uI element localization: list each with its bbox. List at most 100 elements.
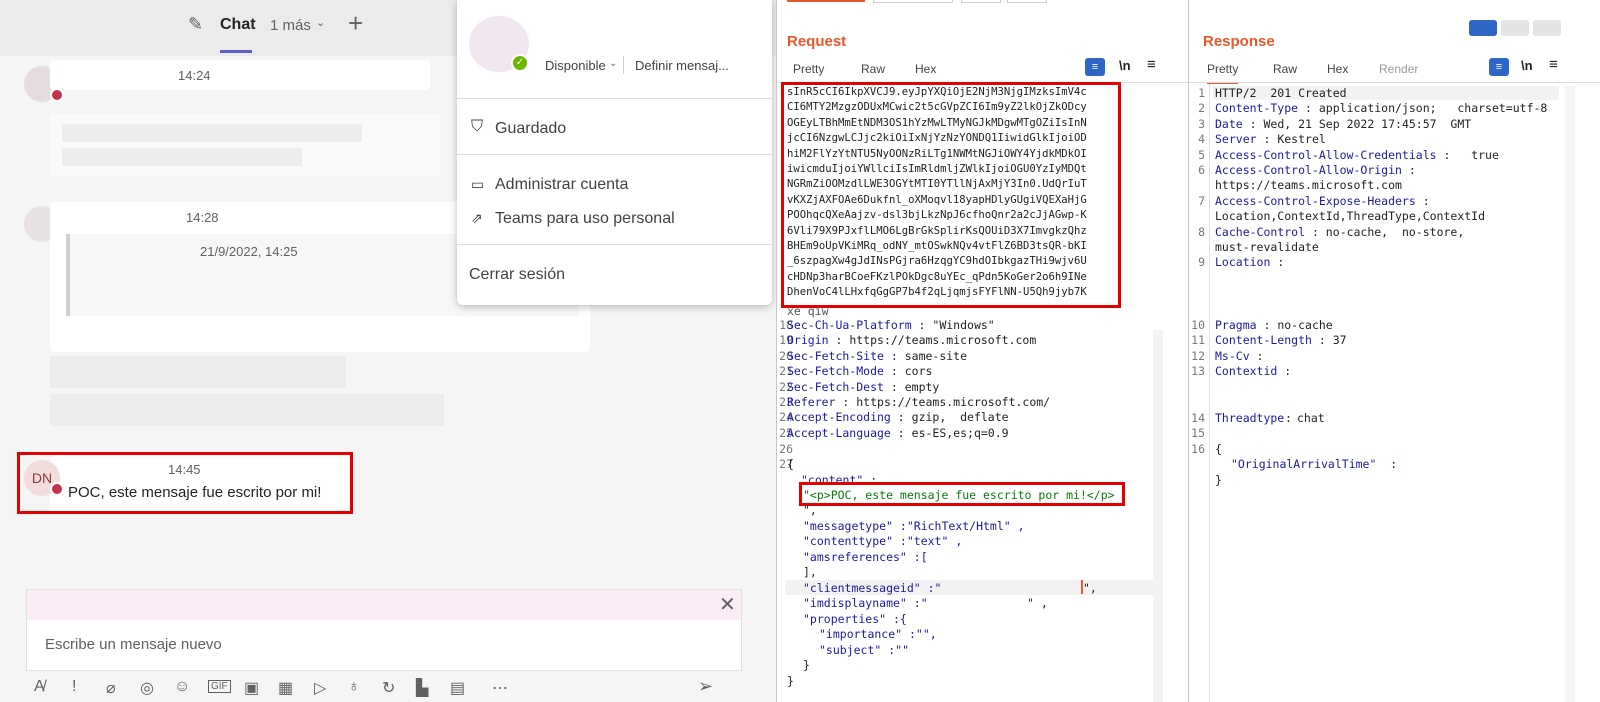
layout-split-icon[interactable] xyxy=(1469,20,1497,36)
set-status-message[interactable]: Definir mensaj... xyxy=(635,58,729,73)
menu-item-sign-out[interactable]: Cerrar sesión xyxy=(469,266,565,284)
newline-toggle[interactable]: \n xyxy=(1119,58,1131,73)
tab-render[interactable]: Render xyxy=(1379,62,1418,76)
menu-icon[interactable]: ≡ xyxy=(1549,56,1558,73)
bookmark-icon: ⛉ xyxy=(471,118,484,135)
available-status-icon: ✓ xyxy=(511,54,529,72)
status-dropdown[interactable]: Disponible xyxy=(545,58,606,73)
menu-item-saved[interactable]: Guardado xyxy=(495,120,566,138)
attach-icon[interactable]: ⌀ xyxy=(106,678,116,698)
json-brace: { xyxy=(787,457,794,471)
newline-toggle[interactable]: \n xyxy=(1521,58,1533,73)
highlight-box xyxy=(799,482,1125,506)
more-options-icon[interactable]: ⋯ xyxy=(492,678,508,698)
header-sep: : xyxy=(1436,147,1458,162)
reply-banner: ✕ xyxy=(26,589,742,621)
header-line: Access-Control-Expose-Headers : xyxy=(1215,194,1437,208)
format-icon[interactable]: A̸ xyxy=(34,678,45,696)
layout-tabs-icon[interactable] xyxy=(1533,20,1561,36)
add-tab-button[interactable]: + xyxy=(348,8,363,39)
compose-box[interactable]: Escribe un mensaje nuevo xyxy=(26,620,742,671)
refresh-icon[interactable]: ↻ xyxy=(382,678,395,698)
header-key: Access-Control-Expose-Headers xyxy=(1215,193,1416,208)
praise-icon[interactable]: ♁ xyxy=(348,678,360,696)
divider xyxy=(457,154,772,155)
header-value: empty xyxy=(904,379,940,394)
header-line: Sec-Fetch-Site : same-site xyxy=(787,349,967,363)
send-icon[interactable]: ➢ xyxy=(698,676,713,697)
scrollbar[interactable] xyxy=(1153,330,1163,702)
line-number: 6 xyxy=(1198,163,1205,177)
app-icon[interactable]: ▙ xyxy=(416,678,428,698)
message-time: 14:24 xyxy=(178,68,211,83)
important-icon[interactable]: ! xyxy=(72,678,76,696)
compose-toolbar: A̸ ! ⌀ ◎ ☺ GIF ▣ ▦ ▷ ♁ ↻ ▙ ▤ ⋯ ➢ xyxy=(26,676,740,702)
header-sep: : xyxy=(828,333,850,348)
header-key: Sec-Fetch-Site xyxy=(787,348,884,363)
tab-raw[interactable]: Raw xyxy=(1273,62,1297,76)
wrap-lines-icon[interactable]: ≡ xyxy=(1085,58,1105,76)
header-line: HTTP/2 201 Created xyxy=(1215,86,1347,100)
request-pane: Request Pretty Raw Hex ≡ \n ≡ sInR5cCI6I… xyxy=(776,0,1189,702)
menu-item-personal[interactable]: Teams para uso personal xyxy=(495,210,675,228)
header-line: Date : Wed, 21 Sep 2022 17:45:57 GMT xyxy=(1215,117,1471,131)
header-line: https://teams.microsoft.com xyxy=(1215,178,1402,192)
header-value: Location,ContextId,ThreadType,ContextId xyxy=(1215,209,1486,224)
divider xyxy=(457,244,772,245)
line-number: 11 xyxy=(1191,333,1205,348)
top-tab[interactable] xyxy=(961,0,1001,3)
external-link-icon: ⇗ xyxy=(471,210,483,226)
emoji-icon[interactable]: ☺ xyxy=(174,678,190,696)
header-line: Referer : https://teams.microsoft.com/ xyxy=(787,395,1050,409)
forms-icon[interactable]: ▤ xyxy=(450,678,465,698)
header-key: Access-Control-Allow-Credentials xyxy=(1215,147,1437,162)
sticker-icon[interactable]: ▣ xyxy=(244,678,259,698)
header-key: Ms-Cv xyxy=(1215,348,1250,363)
tab-pretty[interactable]: Pretty xyxy=(793,62,825,84)
schedule-meeting-icon[interactable]: ▦ xyxy=(278,678,293,698)
line-number: 15 xyxy=(1191,426,1205,440)
menu-item-manage-account[interactable]: Administrar cuenta xyxy=(495,176,628,194)
tab-hex[interactable]: Hex xyxy=(915,62,936,76)
tab-hex[interactable]: Hex xyxy=(1327,62,1348,76)
chevron-down-icon[interactable]: ⌄ xyxy=(316,16,325,29)
tab-chat[interactable]: Chat xyxy=(220,16,256,34)
top-tab[interactable] xyxy=(873,0,953,3)
menu-icon[interactable]: ≡ xyxy=(1147,56,1156,73)
line-number: 4 xyxy=(1198,132,1205,147)
edit-icon[interactable]: ✎ xyxy=(188,14,203,35)
header-line: Access-Control-Allow-Credentials : true xyxy=(1215,148,1499,162)
tab-raw[interactable]: Raw xyxy=(861,62,885,76)
header-key: Accept-Encoding xyxy=(787,410,891,425)
header-sep: : xyxy=(1285,411,1292,425)
header-key: Contextid xyxy=(1215,364,1278,379)
header-value: cors xyxy=(904,364,933,379)
json-key: "subject" :"" xyxy=(819,643,910,657)
highlight-box xyxy=(781,82,1121,308)
close-icon[interactable]: ✕ xyxy=(719,592,736,617)
header-line: must-revalidate xyxy=(1215,240,1319,254)
header-line: Accept-Encoding : gzip, deflate xyxy=(787,410,1009,424)
gif-icon[interactable]: GIF xyxy=(208,680,231,693)
header-sep: : xyxy=(1415,193,1437,208)
layout-horizontal-icon[interactable] xyxy=(1501,20,1529,36)
top-tab[interactable] xyxy=(1007,0,1047,3)
header-value: 37 xyxy=(1332,333,1347,348)
header-sep: : xyxy=(1311,333,1333,348)
tab-chat-indicator xyxy=(220,50,252,53)
text-cursor xyxy=(1081,580,1083,594)
tab-pretty[interactable]: Pretty xyxy=(1207,62,1239,84)
line-number: 14 xyxy=(1191,411,1205,425)
json-key: "OriginalArrivalTime" : xyxy=(1231,457,1398,471)
wrap-lines-icon[interactable]: ≡ xyxy=(1489,58,1509,76)
header-key: Access-Control-Allow-Origin xyxy=(1215,163,1402,177)
header-value: true xyxy=(1457,147,1499,162)
header-line: Sec-Ch-Ua-Platform : "Windows" xyxy=(787,318,995,332)
header-line: Access-Control-Allow-Origin : xyxy=(1215,163,1423,177)
divider xyxy=(457,98,772,99)
scrollbar[interactable] xyxy=(1565,86,1575,702)
header-line: Accept-Language : es-ES,es;q=0.9 xyxy=(787,426,1009,440)
loop-icon[interactable]: ◎ xyxy=(140,678,154,698)
tab-more[interactable]: 1 más xyxy=(270,17,311,34)
stream-icon[interactable]: ▷ xyxy=(314,678,326,698)
